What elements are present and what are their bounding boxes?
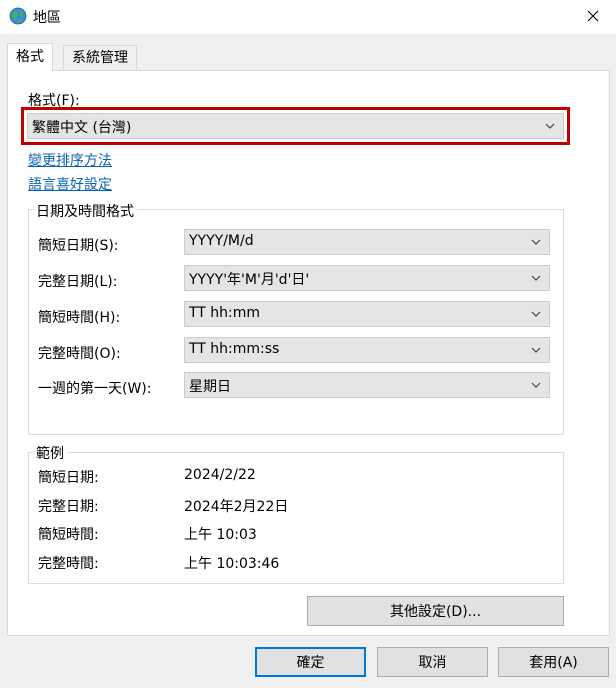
example-short-date-value: 2024/2/22 bbox=[184, 467, 256, 483]
close-button[interactable] bbox=[570, 0, 616, 32]
language-preferences-link[interactable]: 語言喜好設定 bbox=[28, 174, 112, 194]
example-long-time-label: 完整時間: bbox=[38, 556, 99, 572]
example-long-date-value: 2024年2月22日 bbox=[184, 499, 289, 515]
other-settings-button[interactable]: 其他設定(D)... bbox=[307, 596, 564, 626]
long-date-label: 完整日期(L): bbox=[38, 274, 118, 290]
example-short-time-value: 上午 10:03 bbox=[184, 527, 257, 543]
short-time-label: 簡短時間(H): bbox=[38, 310, 121, 326]
short-time-value: TT hh:mm bbox=[189, 305, 261, 321]
chevron-down-icon bbox=[531, 275, 541, 281]
long-date-value: YYYY'年'M'月'd'日' bbox=[189, 272, 310, 288]
examples-group bbox=[28, 452, 564, 584]
long-time-label: 完整時間(O): bbox=[38, 346, 121, 362]
format-select[interactable]: 繁體中文 (台灣) bbox=[27, 113, 564, 139]
chevron-down-icon bbox=[531, 382, 541, 388]
short-date-select[interactable]: YYYY/M/d bbox=[184, 229, 550, 255]
window-title: 地區 bbox=[33, 10, 61, 26]
long-time-value: TT hh:mm:ss bbox=[189, 341, 280, 357]
example-long-time-value: 上午 10:03:46 bbox=[184, 556, 280, 572]
cancel-button[interactable]: 取消 bbox=[377, 647, 488, 677]
long-date-select[interactable]: YYYY'年'M'月'd'日' bbox=[184, 265, 550, 291]
change-sort-link[interactable]: 變更排序方法 bbox=[28, 150, 112, 170]
short-date-value: YYYY/M/d bbox=[189, 233, 254, 249]
example-long-date-label: 完整日期: bbox=[38, 499, 99, 515]
short-date-label: 簡短日期(S): bbox=[38, 238, 119, 254]
ok-button[interactable]: 確定 bbox=[255, 647, 366, 677]
example-short-date-label: 簡短日期: bbox=[38, 470, 99, 486]
example-short-time-label: 簡短時間: bbox=[38, 527, 99, 543]
examples-group-caption: 範例 bbox=[33, 443, 67, 463]
chevron-down-icon bbox=[531, 239, 541, 245]
chevron-down-icon bbox=[545, 123, 555, 129]
title-bar: 地區 bbox=[0, 0, 616, 34]
first-day-value: 星期日 bbox=[189, 379, 231, 395]
datetime-group-caption: 日期及時間格式 bbox=[33, 201, 137, 221]
tab-administrative[interactable]: 系統管理 bbox=[63, 45, 137, 70]
first-day-select[interactable]: 星期日 bbox=[184, 372, 550, 398]
apply-button[interactable]: 套用(A) bbox=[498, 647, 609, 677]
chevron-down-icon bbox=[531, 347, 541, 353]
long-time-select[interactable]: TT hh:mm:ss bbox=[184, 337, 550, 363]
close-icon bbox=[587, 10, 599, 22]
tab-format[interactable]: 格式 bbox=[7, 43, 53, 72]
globe-icon bbox=[9, 7, 27, 25]
format-selected-value: 繁體中文 (台灣) bbox=[32, 120, 132, 136]
chevron-down-icon bbox=[531, 311, 541, 317]
short-time-select[interactable]: TT hh:mm bbox=[184, 301, 550, 327]
first-day-label: 一週的第一天(W): bbox=[38, 381, 152, 397]
